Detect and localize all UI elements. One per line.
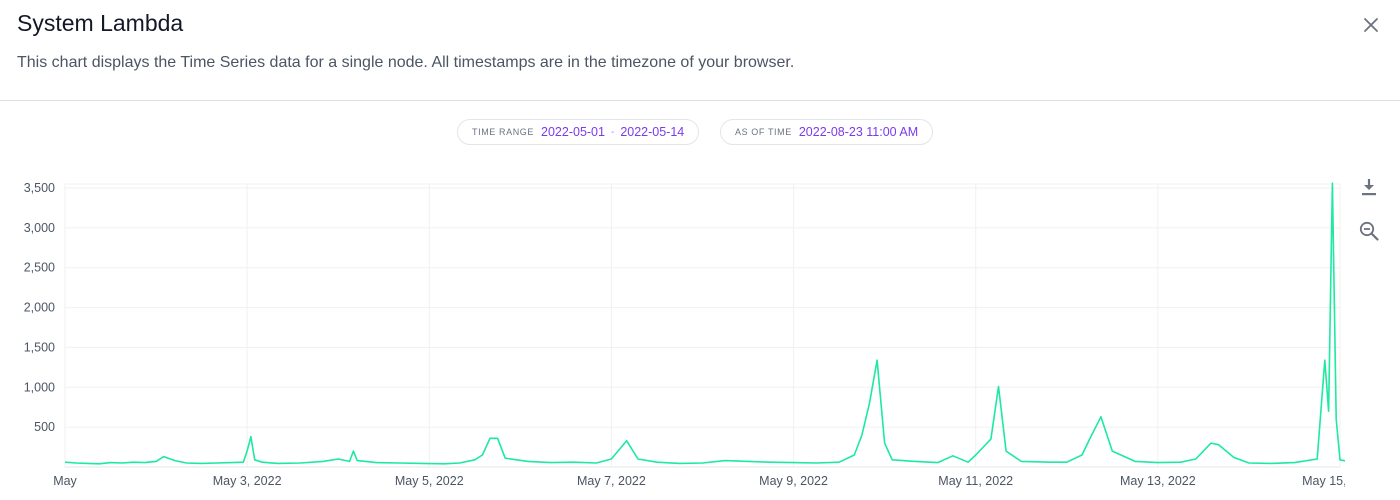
as-of-time-value[interactable]: 2022-08-23 11:00 AM bbox=[799, 125, 918, 139]
time-range-start[interactable]: 2022-05-01 bbox=[541, 125, 605, 139]
y-tick-label: 500 bbox=[34, 420, 55, 434]
x-tick-label: May 5, 2022 bbox=[395, 474, 464, 488]
time-range-label: TIME RANGE bbox=[472, 127, 535, 137]
y-tick-label: 3,000 bbox=[24, 221, 55, 235]
as-of-time-filter[interactable]: AS OF TIME 2022-08-23 11:00 AM bbox=[720, 119, 934, 145]
close-button[interactable] bbox=[1360, 14, 1382, 36]
x-tick-label: May 3, 2022 bbox=[213, 474, 282, 488]
page-title: System Lambda bbox=[17, 10, 184, 36]
x-tick-label: May 15, 2022 bbox=[1302, 474, 1345, 488]
time-range-end[interactable]: 2022-05-14 bbox=[620, 125, 684, 139]
series-line bbox=[64, 182, 1345, 465]
x-tick-label: May 11, 2022 bbox=[938, 474, 1013, 488]
x-tick-label: May 7, 2022 bbox=[577, 474, 646, 488]
zoom-out-button[interactable] bbox=[1358, 220, 1380, 242]
page-description: This chart displays the Time Series data… bbox=[17, 54, 795, 71]
y-tick-label: 2,000 bbox=[24, 301, 55, 315]
y-tick-label: 1,500 bbox=[24, 340, 55, 354]
x-tick-label: May bbox=[53, 474, 77, 488]
y-tick-label: 2,500 bbox=[24, 261, 55, 275]
zoom-out-icon bbox=[1359, 221, 1379, 241]
x-tick-label: May 9, 2022 bbox=[759, 474, 828, 488]
download-icon bbox=[1362, 179, 1376, 196]
close-icon bbox=[1364, 18, 1378, 32]
as-of-time-label: AS OF TIME bbox=[735, 127, 792, 137]
y-tick-label: 3,500 bbox=[24, 181, 55, 195]
time-range-filter[interactable]: TIME RANGE 2022-05-01 - 2022-05-14 bbox=[457, 119, 700, 145]
header-divider bbox=[0, 100, 1400, 101]
x-tick-label: May 13, 2022 bbox=[1120, 474, 1196, 488]
time-range-separator: - bbox=[610, 126, 615, 138]
download-button[interactable] bbox=[1358, 176, 1380, 198]
y-tick-label: 1,000 bbox=[24, 380, 55, 394]
time-series-chart: 500 1,000 1,500 2,000 2,500 3,000 3,500 May May … bbox=[24, 181, 1345, 488]
